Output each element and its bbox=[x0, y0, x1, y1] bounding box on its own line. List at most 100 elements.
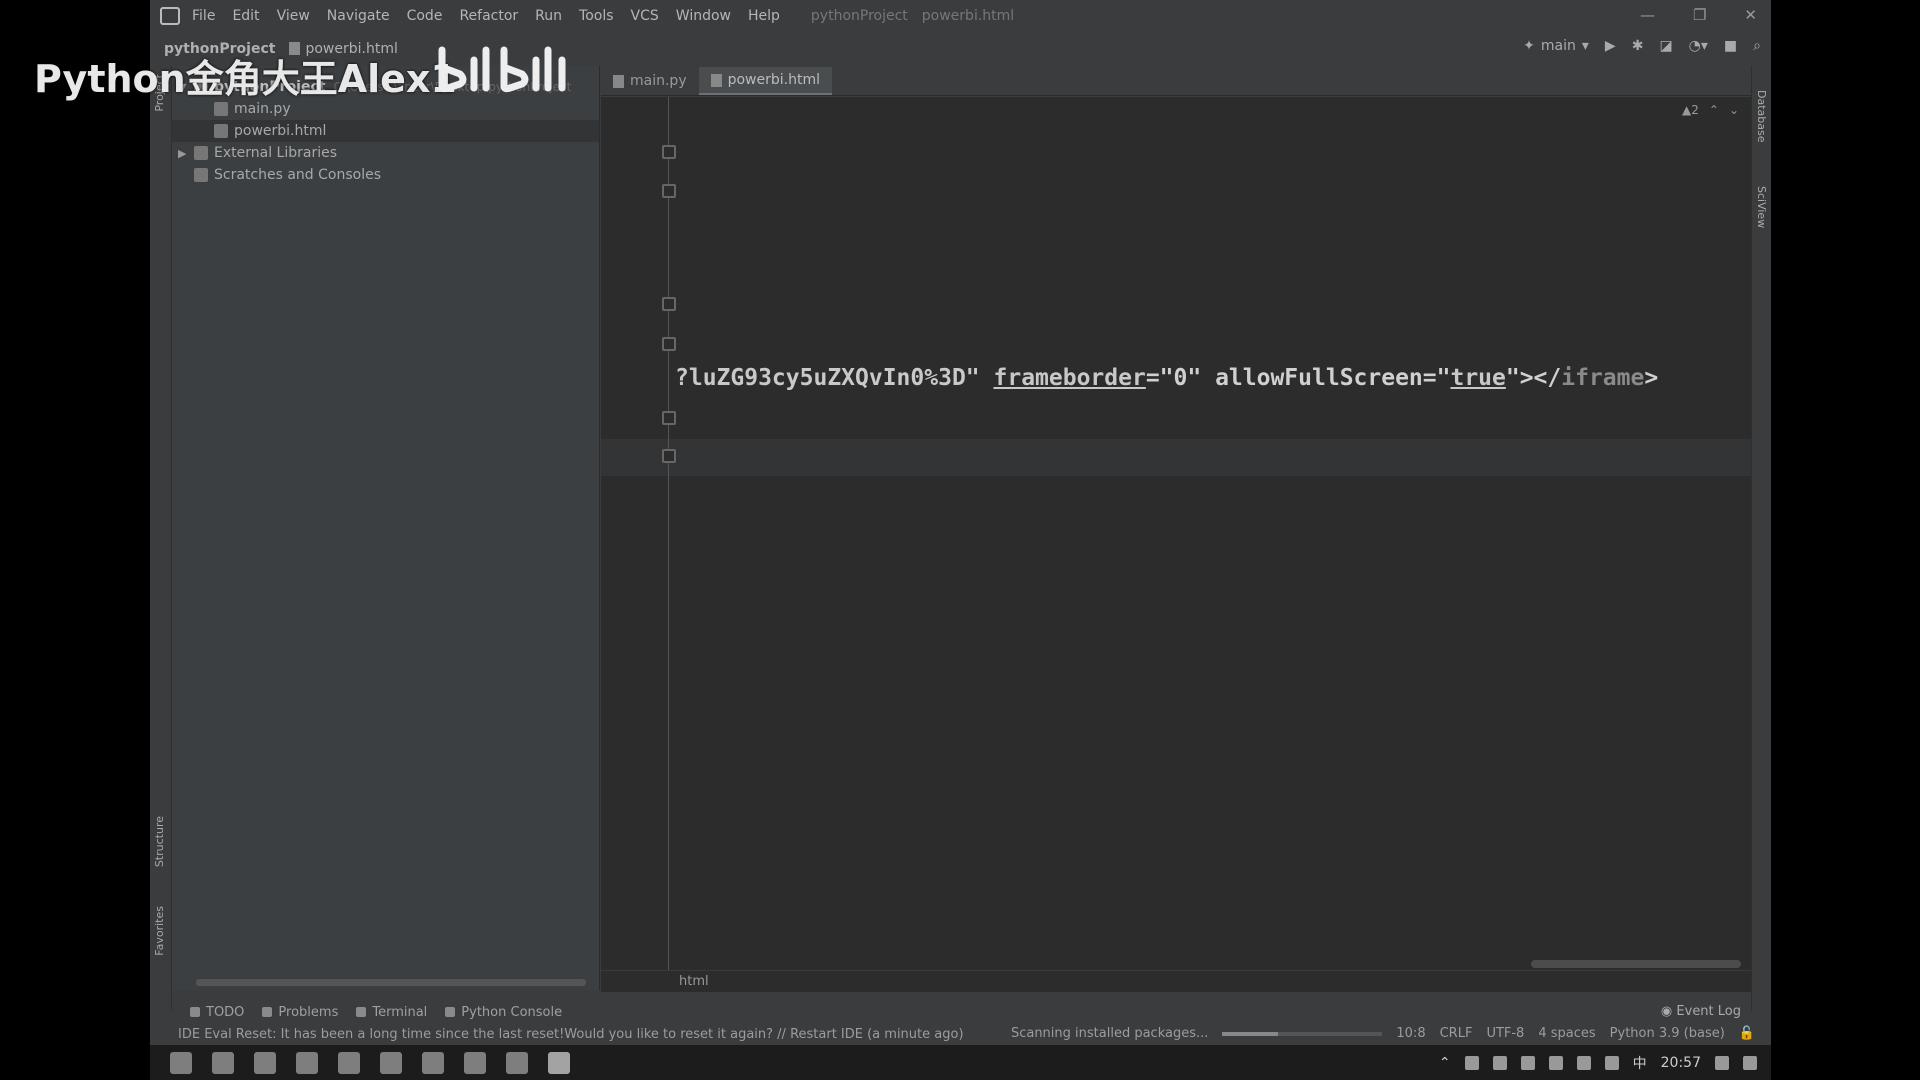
app-icon[interactable] bbox=[338, 1051, 360, 1074]
menu-code[interactable]: Code bbox=[407, 8, 443, 24]
menu-help[interactable]: Help bbox=[748, 8, 780, 24]
status-message[interactable]: IDE Eval Reset: It has been a long time … bbox=[178, 1027, 964, 1042]
tool-label: TODO bbox=[206, 1004, 245, 1020]
tool-label: Problems bbox=[278, 1004, 339, 1020]
app-icon[interactable] bbox=[506, 1051, 528, 1074]
interpreter[interactable]: Python 3.9 (base) bbox=[1610, 1026, 1725, 1041]
menu-tools[interactable]: Tools bbox=[579, 8, 614, 24]
tool-python-console[interactable]: Python Console bbox=[445, 1005, 562, 1020]
menu-vcs[interactable]: VCS bbox=[631, 8, 659, 24]
fold-marker-icon[interactable] bbox=[662, 449, 676, 463]
tool-todo[interactable]: TODO bbox=[190, 1005, 244, 1020]
tree-item-label: powerbi.html bbox=[234, 123, 327, 139]
system-tray: ⌃ 中 20:57 bbox=[1439, 1053, 1757, 1073]
tool-label: Terminal bbox=[372, 1004, 428, 1020]
caret-line-highlight bbox=[601, 439, 1751, 476]
right-tool-stripe: Database SciView bbox=[1751, 66, 1771, 1011]
tree-external-libraries[interactable]: ▶ External Libraries bbox=[172, 142, 599, 164]
network-icon[interactable] bbox=[1548, 1056, 1563, 1070]
notification-icon[interactable] bbox=[1743, 1056, 1757, 1070]
ime-indicator[interactable]: 中 bbox=[1633, 1053, 1647, 1073]
tool-terminal[interactable]: Terminal bbox=[356, 1005, 427, 1020]
chevron-down-icon[interactable]: ⌄ bbox=[1729, 103, 1739, 117]
editor-app-icon[interactable] bbox=[296, 1051, 318, 1074]
nav-toolbar: ✦ main ▾ ▶ ✱ ◪ ◔▾ ■ ⌕ bbox=[1523, 38, 1761, 54]
favorites-tool-button[interactable]: Favorites bbox=[153, 906, 166, 956]
run-config-label: main bbox=[1540, 38, 1576, 54]
app-icon[interactable] bbox=[422, 1051, 444, 1074]
menu-refactor[interactable]: Refactor bbox=[459, 8, 518, 24]
close-icon[interactable]: ✕ bbox=[1744, 6, 1757, 24]
stop-icon[interactable]: ■ bbox=[1724, 38, 1737, 54]
code-editor[interactable]: ▲2 ⌃ ⌄ ?luZG93cy5uZXQvIn0%3D" frameborde… bbox=[601, 97, 1751, 970]
volume-icon[interactable] bbox=[1492, 1056, 1507, 1070]
indent-setting[interactable]: 4 spaces bbox=[1538, 1026, 1595, 1041]
chevron-up-icon[interactable]: ⌃ bbox=[1439, 1055, 1451, 1071]
code-attr-frameborder: frameborder bbox=[993, 365, 1146, 391]
editor-horizontal-scrollbar[interactable] bbox=[1531, 960, 1741, 968]
tree-item-powerbi-html[interactable]: powerbi.html bbox=[172, 120, 599, 142]
tree-scratches[interactable]: Scratches and Consoles bbox=[172, 164, 599, 186]
profile-icon[interactable]: ◔▾ bbox=[1689, 38, 1708, 54]
structure-tool-button[interactable]: Structure bbox=[153, 816, 166, 867]
fold-marker-icon[interactable] bbox=[662, 184, 676, 198]
inspection-widget[interactable]: ▲2 ⌃ ⌄ bbox=[1682, 103, 1739, 117]
run-config-selector[interactable]: ✦ main ▾ bbox=[1523, 38, 1589, 54]
editor-tabs: main.py powerbi.html bbox=[601, 66, 1771, 96]
tool-problems[interactable]: Problems bbox=[262, 1005, 338, 1020]
coverage-icon[interactable]: ◪ bbox=[1659, 38, 1672, 54]
search-icon[interactable] bbox=[212, 1051, 234, 1074]
menu-edit[interactable]: Edit bbox=[232, 8, 259, 24]
tray-icon[interactable] bbox=[1464, 1056, 1479, 1070]
clock[interactable]: 20:57 bbox=[1661, 1055, 1701, 1071]
project-scrollbar[interactable] bbox=[196, 979, 586, 986]
line-separator[interactable]: CRLF bbox=[1440, 1026, 1473, 1041]
menu-view[interactable]: View bbox=[277, 8, 310, 24]
fold-marker-icon[interactable] bbox=[662, 145, 676, 159]
tab-label: powerbi.html bbox=[727, 72, 820, 88]
tab-main-py[interactable]: main.py bbox=[601, 67, 699, 95]
event-log-icon: ◉ bbox=[1660, 1004, 1677, 1019]
pycharm-logo-icon bbox=[160, 7, 180, 25]
file-encoding[interactable]: UTF-8 bbox=[1486, 1026, 1524, 1041]
pen-icon[interactable] bbox=[1576, 1056, 1591, 1070]
menu-window[interactable]: Window bbox=[676, 8, 731, 24]
debug-icon[interactable]: ✱ bbox=[1632, 38, 1644, 54]
code-end: > bbox=[1644, 365, 1659, 391]
chevron-up-icon[interactable]: ⌃ bbox=[1709, 103, 1719, 117]
sciview-tool-button[interactable]: SciView bbox=[1755, 186, 1768, 228]
fold-marker-icon[interactable] bbox=[662, 411, 676, 425]
menu-file[interactable]: File bbox=[192, 8, 215, 24]
menu-run[interactable]: Run bbox=[535, 8, 562, 24]
search-icon[interactable]: ⌕ bbox=[1753, 38, 1761, 54]
fold-marker-icon[interactable] bbox=[662, 297, 676, 311]
start-icon[interactable] bbox=[170, 1051, 192, 1074]
status-bar: IDE Eval Reset: It has been a long time … bbox=[150, 1024, 1771, 1045]
pycharm-taskbar-icon[interactable] bbox=[548, 1051, 570, 1074]
keyboard-icon[interactable] bbox=[1604, 1056, 1619, 1070]
tab-powerbi-html[interactable]: powerbi.html bbox=[698, 67, 832, 95]
window-title-project: pythonProject bbox=[810, 8, 908, 24]
python-console-icon bbox=[445, 1007, 456, 1017]
breadcrumb-html[interactable]: html bbox=[679, 974, 709, 989]
chevron-right-icon[interactable]: ▶ bbox=[178, 147, 194, 160]
caret-position[interactable]: 10:8 bbox=[1396, 1026, 1425, 1041]
tree-item-label: Scratches and Consoles bbox=[214, 167, 381, 183]
tab-label: main.py bbox=[630, 73, 687, 89]
menu-navigate[interactable]: Navigate bbox=[327, 8, 390, 24]
run-icon[interactable]: ▶ bbox=[1605, 38, 1616, 54]
browser-icon[interactable] bbox=[254, 1051, 276, 1074]
event-log-button[interactable]: ◉ Event Log bbox=[1661, 1004, 1741, 1019]
terminal-icon bbox=[356, 1007, 367, 1017]
app-tray-icon[interactable] bbox=[1715, 1056, 1729, 1070]
fold-marker-icon[interactable] bbox=[662, 337, 676, 351]
database-tool-button[interactable]: Database bbox=[1755, 90, 1768, 143]
code-string: ?luZG93cy5uZXQvIn0%3D" bbox=[675, 365, 994, 391]
battery-icon[interactable] bbox=[1520, 1056, 1535, 1070]
minimize-icon[interactable]: — bbox=[1640, 6, 1655, 24]
app-icon[interactable] bbox=[380, 1051, 402, 1074]
restore-icon[interactable]: ❐ bbox=[1693, 6, 1706, 24]
lock-icon[interactable]: 🔓 bbox=[1739, 1026, 1755, 1041]
file-explorer-icon[interactable] bbox=[464, 1051, 486, 1074]
channel-watermark: Python金角大王Alex1 bbox=[34, 57, 457, 101]
